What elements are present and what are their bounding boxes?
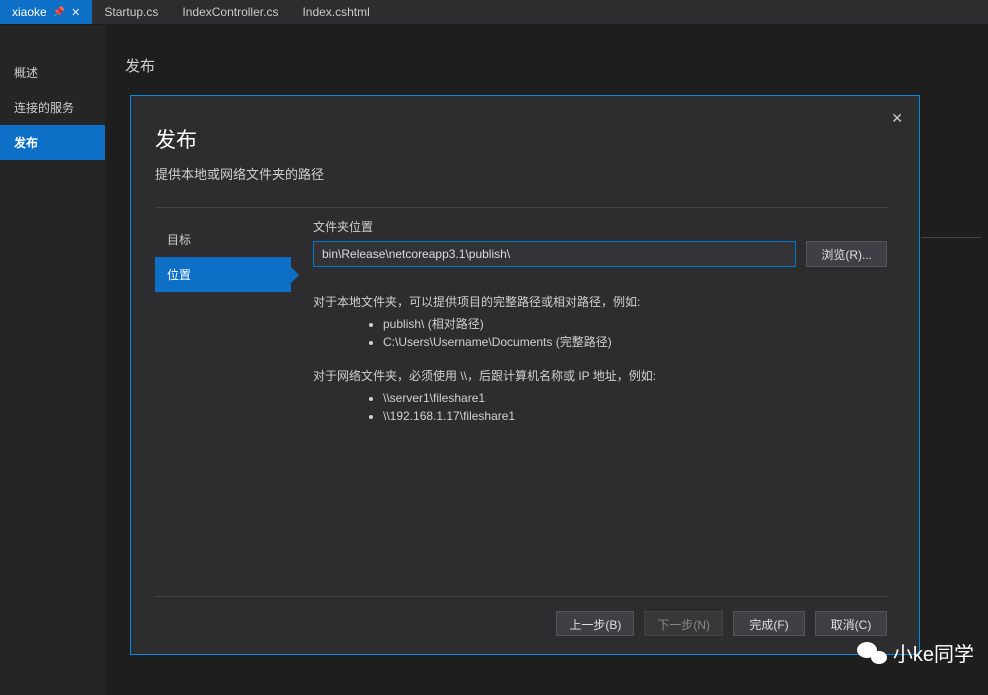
left-nav: 概述 连接的服务 发布 — [0, 25, 105, 695]
tab-label: xiaoke — [12, 5, 47, 19]
tab-indexcontroller[interactable]: IndexController.cs — [170, 0, 290, 24]
close-icon[interactable]: ✕ — [885, 108, 909, 129]
tab-startup[interactable]: Startup.cs — [92, 0, 170, 24]
tab-label: Index.cshtml — [302, 5, 369, 19]
step-location[interactable]: 位置 — [155, 257, 291, 292]
dialog-body: 目标 位置 文件夹位置 浏览(R)... 对于本地文件夹，可以提供项目的完整路径… — [155, 207, 887, 596]
leftnav-publish[interactable]: 发布 — [0, 125, 105, 160]
leftnav-connected-services[interactable]: 连接的服务 — [0, 90, 105, 125]
publish-dialog: ✕ 发布 提供本地或网络文件夹的路径 目标 位置 文件夹位置 浏览(R)... … — [130, 95, 920, 655]
leftnav-overview[interactable]: 概述 — [0, 55, 105, 90]
page-title: 发布 — [125, 55, 988, 76]
help-local-item1: publish\ (相对路径) — [383, 315, 887, 333]
help-local-list: publish\ (相对路径) C:\Users\Username\Docume… — [383, 315, 887, 351]
close-icon[interactable]: ✕ — [71, 6, 80, 19]
tab-label: IndexController.cs — [182, 5, 278, 19]
help-network-list: \\server1\fileshare1 \\192.168.1.17\file… — [383, 389, 887, 425]
help-local-item2: C:\Users\Username\Documents (完整路径) — [383, 333, 887, 351]
next-button: 下一步(N) — [644, 611, 723, 636]
tab-label: Startup.cs — [104, 5, 158, 19]
finish-button[interactable]: 完成(F) — [733, 611, 805, 636]
step-content: 文件夹位置 浏览(R)... 对于本地文件夹，可以提供项目的完整路径或相对路径，… — [291, 208, 887, 596]
pin-icon: 📌 — [53, 7, 65, 18]
cancel-button[interactable]: 取消(C) — [815, 611, 887, 636]
dialog-footer: 上一步(B) 下一步(N) 完成(F) 取消(C) — [155, 596, 887, 636]
step-nav: 目标 位置 — [155, 208, 291, 596]
editor-tabs: xiaoke 📌 ✕ Startup.cs IndexController.cs… — [0, 0, 988, 25]
dialog-subtitle: 提供本地或网络文件夹的路径 — [155, 164, 887, 183]
folder-location-label: 文件夹位置 — [313, 218, 887, 235]
divider — [921, 237, 981, 238]
help-network-item2: \\192.168.1.17\fileshare1 — [383, 407, 887, 425]
step-target[interactable]: 目标 — [155, 222, 291, 257]
tab-xiaoke[interactable]: xiaoke 📌 ✕ — [0, 0, 92, 24]
tab-indexcshtml[interactable]: Index.cshtml — [290, 0, 381, 24]
dialog-title: 发布 — [155, 124, 887, 154]
browse-button[interactable]: 浏览(R)... — [806, 241, 887, 267]
back-button[interactable]: 上一步(B) — [556, 611, 634, 636]
help-network-intro: 对于网络文件夹，必须使用 \\，后跟计算机名称或 IP 地址，例如: — [313, 367, 887, 385]
help-local-intro: 对于本地文件夹，可以提供项目的完整路径或相对路径，例如: — [313, 293, 887, 311]
folder-location-input[interactable] — [313, 241, 796, 267]
folder-field-row: 浏览(R)... — [313, 241, 887, 267]
help-network-item1: \\server1\fileshare1 — [383, 389, 887, 407]
